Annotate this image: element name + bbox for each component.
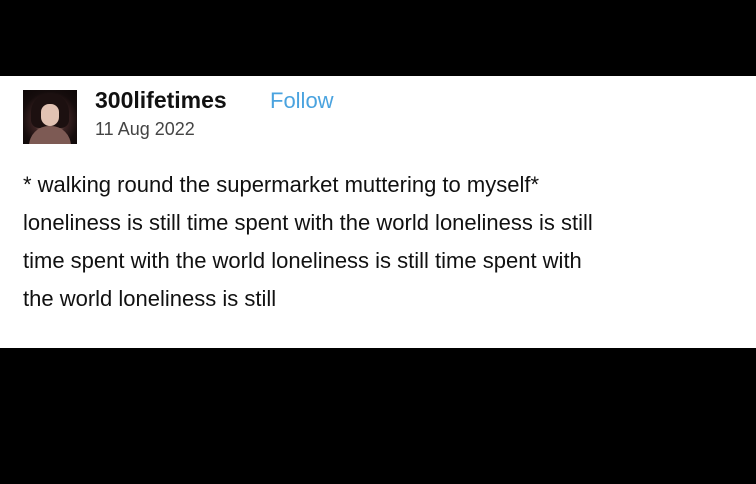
- post-line: time spent with the world loneliness is …: [23, 248, 582, 273]
- post-line: * walking round the supermarket mutterin…: [23, 172, 540, 197]
- post-author[interactable]: 300lifetimes: [95, 87, 227, 114]
- post-line: the world loneliness is still: [23, 286, 277, 311]
- post-body: * walking round the supermarket mutterin…: [23, 166, 733, 318]
- avatar[interactable]: [23, 90, 77, 144]
- avatar-shoulders-icon: [29, 126, 71, 144]
- screenshot-frame: 300lifetimes Follow 11 Aug 2022 * walkin…: [0, 0, 756, 484]
- avatar-face-icon: [41, 104, 59, 126]
- post-date: 11 Aug 2022: [95, 119, 195, 139]
- follow-button[interactable]: Follow: [270, 88, 334, 114]
- post-line: loneliness is still time spent with the …: [23, 210, 593, 235]
- post-card: 300lifetimes Follow 11 Aug 2022 * walkin…: [0, 76, 756, 348]
